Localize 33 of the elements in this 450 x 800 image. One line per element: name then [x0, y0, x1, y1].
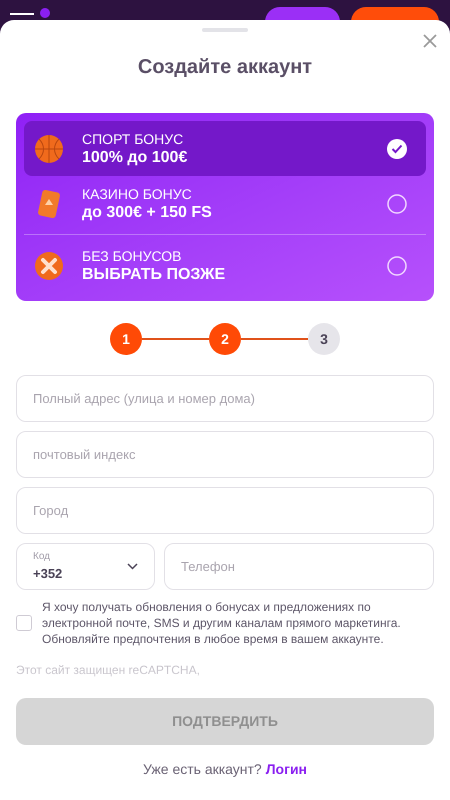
bonus-offer: ВЫБРАТЬ ПОЗЖЕ	[82, 264, 226, 284]
bonus-option[interactable]: КАЗИНО БОНУС до 300€ + 150 FS	[24, 176, 426, 231]
radio-icon[interactable]	[387, 194, 407, 214]
bonus-offer: 100% до 100€	[82, 148, 188, 168]
login-link[interactable]: Логин	[266, 759, 308, 780]
country-code-select[interactable]: Код +352	[16, 543, 155, 590]
close-icon[interactable]	[423, 34, 437, 48]
field-value: +352	[33, 564, 62, 582]
field-label: Код	[33, 550, 52, 562]
checked-radio-icon[interactable]	[387, 138, 407, 158]
ball-icon	[33, 132, 65, 164]
chevron-down-icon	[127, 563, 138, 570]
input-field[interactable]: Полный адрес (улица и номер дома)	[16, 375, 434, 422]
bonus-label: КАЗИНО БОНУС	[82, 184, 193, 202]
phone-field[interactable]: Телефон	[164, 543, 434, 590]
marketing-consent-text: Я хочу получать обновления о бонусах и предложениях по электронной почте, SMS и другим каналам прямого маркетинга. Обновляйте предпочтения в любое время в вашем аккаунте.	[42, 599, 402, 647]
logo-icon	[40, 8, 50, 18]
bonus-option[interactable]: БЕЗ БОНУСОВ ВЫБРАТЬ ПОЗЖЕ	[24, 238, 426, 293]
step-indicator: 3	[308, 323, 340, 355]
modal-title: Создайте аккаунт	[136, 55, 314, 80]
marketing-checkbox[interactable]	[16, 615, 32, 631]
input-field[interactable]: Город	[16, 487, 434, 534]
bonus-offer: до 300€ + 150 FS	[82, 202, 213, 222]
step-indicator: 1	[110, 323, 142, 355]
bonus-label: СПОРТ БОНУС	[82, 130, 184, 148]
login-prompt: Уже есть аккаунт?	[142, 760, 262, 779]
input-field[interactable]: почтовый индекс	[16, 431, 434, 478]
step-indicator: 2	[209, 323, 241, 355]
bonus-label: БЕЗ БОНУСОВ	[82, 246, 183, 264]
radio-icon[interactable]	[387, 256, 407, 276]
bonus-option[interactable]: СПОРТ БОНУС 100% до 100€	[24, 121, 426, 176]
recaptcha-note: Этот сайт защищен reCAPTCHA,	[16, 662, 201, 678]
cross-icon	[33, 250, 65, 282]
